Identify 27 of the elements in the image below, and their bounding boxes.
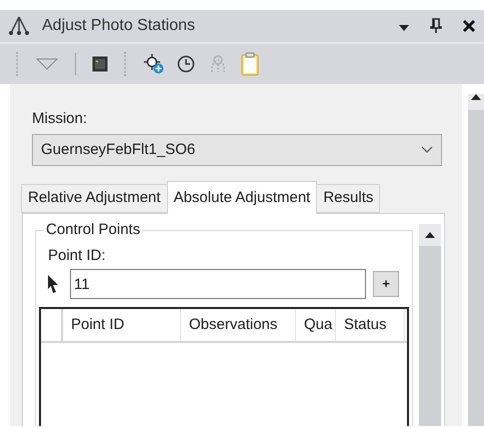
close-icon[interactable] bbox=[462, 19, 476, 33]
scroll-up-icon[interactable] bbox=[425, 232, 435, 238]
clock-icon[interactable] bbox=[177, 55, 195, 73]
column-header[interactable]: Status bbox=[336, 309, 405, 341]
tab[interactable]: Results bbox=[316, 184, 380, 213]
input-field[interactable]: 11 bbox=[70, 269, 366, 299]
scrollbar[interactable] bbox=[468, 94, 484, 426]
pin-icon[interactable] bbox=[430, 18, 442, 34]
column-header[interactable]: Point ID bbox=[63, 309, 181, 341]
add-button[interactable]: + bbox=[373, 271, 399, 297]
scrollbar[interactable] bbox=[419, 224, 441, 426]
terminal-icon[interactable] bbox=[92, 56, 108, 72]
add-point-icon[interactable] bbox=[143, 53, 165, 75]
mission-dropdown[interactable]: GuernseyFebFlt1_SO6 bbox=[32, 134, 442, 166]
dropdown-icon[interactable] bbox=[398, 24, 410, 32]
window-title: Adjust Photo Stations bbox=[42, 16, 195, 36]
tree-icon bbox=[8, 15, 30, 37]
clipboard-icon[interactable] bbox=[241, 52, 259, 76]
tab[interactable]: Relative Adjustment bbox=[21, 184, 168, 213]
chevron-icon bbox=[421, 146, 433, 154]
cursor-icon bbox=[46, 274, 60, 294]
scroll-up-icon[interactable] bbox=[471, 94, 481, 100]
column-header[interactable]: Qua bbox=[296, 309, 336, 341]
column-header[interactable]: Observations bbox=[181, 309, 296, 341]
tab[interactable]: Absolute Adjustment bbox=[166, 181, 318, 214]
field-label: Point ID: bbox=[47, 246, 107, 266]
field-label: Mission: bbox=[32, 109, 88, 129]
